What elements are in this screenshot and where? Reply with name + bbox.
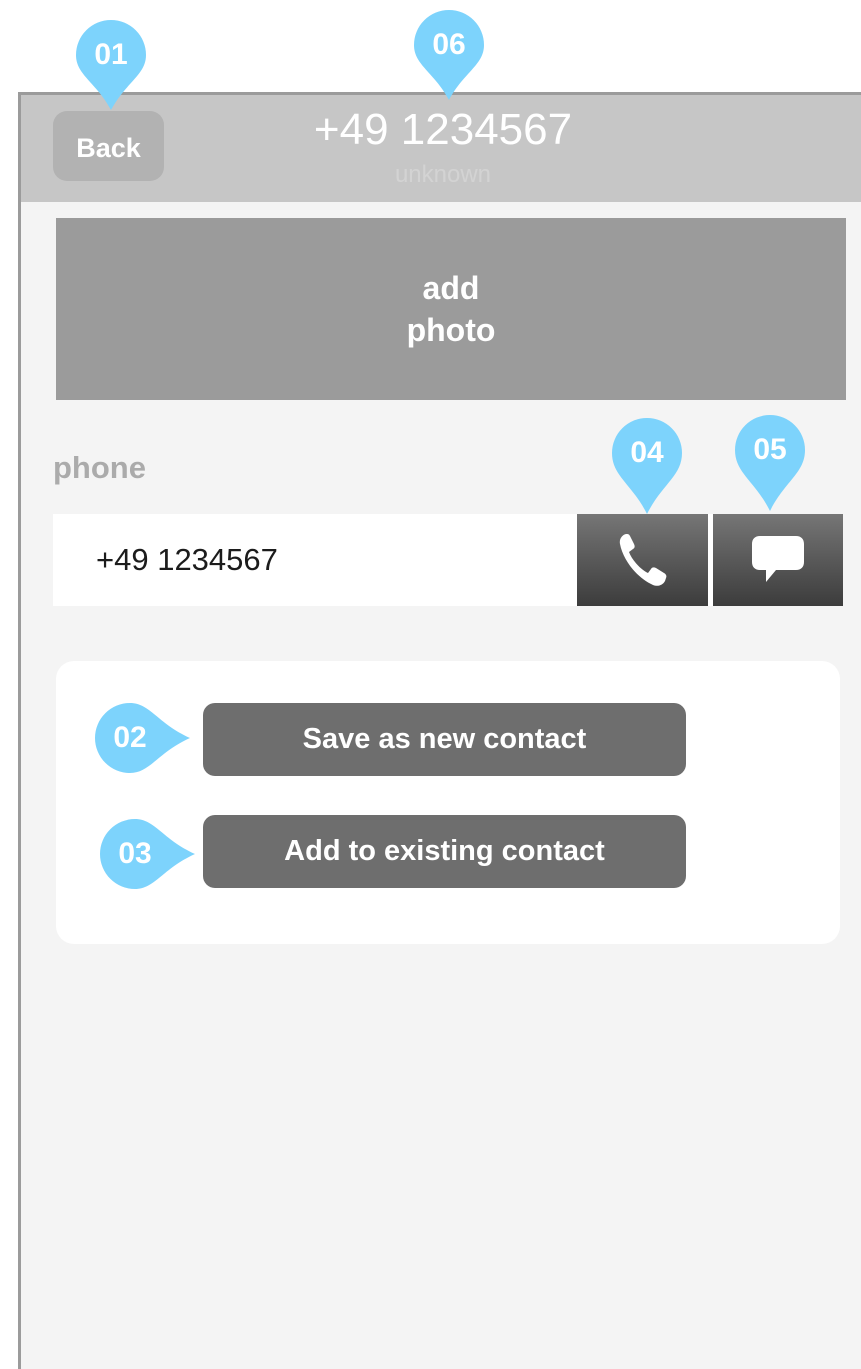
callout-04-label: 04: [630, 436, 664, 469]
header-title: +49 1234567: [313, 105, 573, 154]
callout-06: 06: [414, 10, 484, 100]
callout-06-label: 06: [432, 28, 466, 61]
call-button[interactable]: [577, 514, 708, 606]
speech-bubble-icon: [752, 536, 804, 582]
callout-05: 05: [735, 415, 805, 511]
back-button[interactable]: Back: [53, 111, 164, 181]
save-as-new-contact-button[interactable]: Save as new contact: [203, 703, 686, 776]
callout-01-label: 01: [94, 38, 128, 71]
phone-number-value: +49 1234567: [96, 542, 278, 577]
add-photo-label-line1: add: [422, 270, 480, 306]
message-button[interactable]: [713, 514, 843, 606]
callout-04: 04: [612, 418, 682, 514]
header-subtitle: unknown: [394, 161, 492, 188]
callout-01: 01: [76, 20, 146, 110]
callout-02: 02: [95, 703, 190, 773]
add-photo-button[interactable]: add photo: [56, 218, 846, 400]
add-to-existing-contact-button[interactable]: Add to existing contact: [203, 815, 686, 888]
callout-03: 03: [100, 819, 195, 889]
callout-02-label: 02: [113, 721, 147, 754]
callout-05-label: 05: [753, 433, 787, 466]
phone-label: phone: [53, 450, 146, 485]
add-photo-label-line2: photo: [406, 312, 496, 348]
phone-icon: [619, 534, 666, 586]
page: Back +49 1234567 unknown add photo phone…: [0, 0, 861, 1369]
callout-03-label: 03: [118, 837, 152, 870]
